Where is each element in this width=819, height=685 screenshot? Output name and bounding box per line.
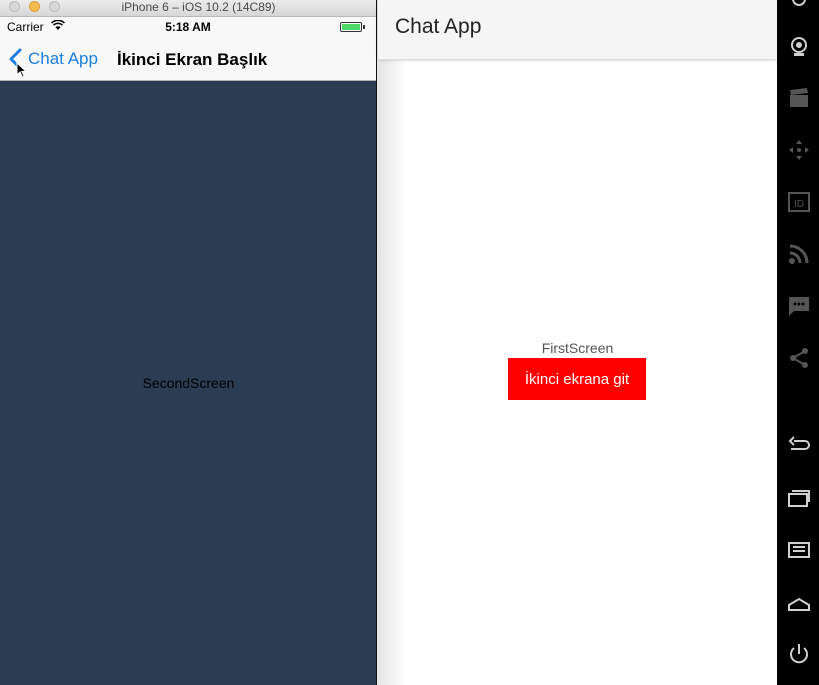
app-title: Chat App bbox=[395, 15, 482, 38]
rotate-icon[interactable] bbox=[788, 0, 810, 10]
ios-simulator-window: iPhone 6 – iOS 10.2 (14C89) Carrier 5:18… bbox=[0, 0, 377, 685]
power-icon[interactable] bbox=[788, 643, 810, 665]
back-button-label: Chat App bbox=[28, 49, 98, 68]
recents-icon[interactable] bbox=[788, 487, 810, 509]
back-icon[interactable] bbox=[788, 435, 810, 457]
dpad-icon[interactable] bbox=[788, 139, 810, 161]
android-app-bar: Chat App bbox=[378, 0, 777, 59]
status-time: 5:18 AM bbox=[165, 20, 211, 34]
ios-navigation-bar: Chat App İkinci Ekran Başlık bbox=[0, 37, 376, 81]
nav-title: İkinci Ekran Başlık bbox=[117, 50, 268, 69]
camera-icon[interactable] bbox=[788, 35, 810, 57]
screen-edge-shade bbox=[378, 60, 406, 685]
go-to-second-screen-button[interactable]: İkinci ekrana git bbox=[508, 358, 646, 400]
simulator-titlebar[interactable]: iPhone 6 – iOS 10.2 (14C89) bbox=[0, 0, 376, 17]
id-icon[interactable]: ID bbox=[788, 191, 810, 213]
battery-icon bbox=[340, 22, 362, 32]
battery-cap bbox=[363, 25, 365, 29]
emulator-toolbar: ID bbox=[777, 0, 819, 685]
android-emulator-screen: Chat App FirstScreen İkinci ekrana git bbox=[378, 0, 777, 685]
video-icon[interactable] bbox=[788, 87, 810, 109]
simulator-title: iPhone 6 – iOS 10.2 (14C89) bbox=[121, 0, 276, 14]
first-screen-label: FirstScreen bbox=[541, 340, 614, 356]
mouse-cursor-icon bbox=[16, 62, 28, 78]
svg-text:ID: ID bbox=[794, 199, 804, 210]
ios-status-bar: Carrier 5:18 AM bbox=[0, 17, 376, 37]
message-icon[interactable] bbox=[788, 295, 810, 317]
home-icon[interactable] bbox=[788, 591, 810, 613]
share-icon[interactable] bbox=[788, 347, 810, 369]
rss-icon[interactable] bbox=[788, 243, 810, 265]
menu-icon[interactable] bbox=[788, 539, 810, 561]
second-screen-label: SecondScreen bbox=[142, 375, 235, 391]
